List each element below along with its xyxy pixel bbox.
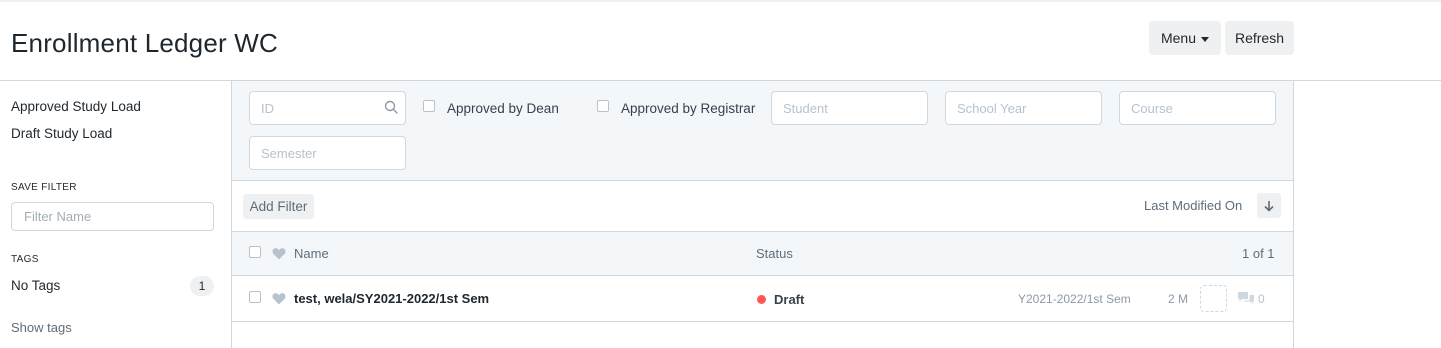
id-filter-input[interactable] <box>249 91 406 125</box>
name-column-header: Name <box>294 246 329 261</box>
row-school-year: Y2021-2022/1st Sem <box>1018 292 1131 306</box>
status-column-header: Status <box>756 246 793 261</box>
status-badge: Draft <box>774 292 805 307</box>
caret-down-icon <box>1201 36 1210 42</box>
sidebar-link-approved-study-load[interactable]: Approved Study Load <box>11 99 141 114</box>
refresh-button[interactable]: Refresh <box>1225 21 1294 55</box>
row-checkbox[interactable] <box>249 291 261 303</box>
approved-by-registrar-label: Approved by Registrar <box>621 101 756 116</box>
page-count: 1 of 1 <box>1242 246 1275 261</box>
tag-count-badge: 1 <box>190 276 214 296</box>
comment-icon <box>1238 292 1254 304</box>
heart-icon[interactable] <box>272 292 286 305</box>
approved-by-dean-checkbox[interactable] <box>423 100 435 112</box>
sort-descending-icon <box>1264 200 1274 212</box>
show-tags-link[interactable]: Show tags <box>11 320 72 335</box>
approved-by-dean-label: Approved by Dean <box>447 101 559 116</box>
row-divider <box>232 321 1293 322</box>
semester-filter-input[interactable] <box>249 136 406 170</box>
tags-heading: TAGS <box>11 254 39 265</box>
status-indicator-dot <box>757 295 766 304</box>
tag-no-tags[interactable]: No Tags <box>11 278 60 293</box>
menu-button[interactable]: Menu <box>1149 21 1221 55</box>
select-all-checkbox[interactable] <box>249 246 261 258</box>
student-filter-input[interactable] <box>771 91 928 125</box>
filter-name-input[interactable] <box>11 202 214 231</box>
menu-button-label: Menu <box>1160 30 1197 46</box>
add-filter-button[interactable]: Add Filter <box>243 194 314 219</box>
search-icon <box>384 100 398 114</box>
heart-icon[interactable] <box>272 247 286 260</box>
school-year-filter-input[interactable] <box>945 91 1102 125</box>
row-name-link[interactable]: test, wela/SY2021-2022/1st Sem <box>294 291 489 306</box>
assigned-avatar-placeholder <box>1200 285 1227 312</box>
course-filter-input[interactable] <box>1119 91 1276 125</box>
top-border <box>0 0 1441 2</box>
comment-count: 0 <box>1258 292 1265 306</box>
sort-order-button[interactable] <box>1257 193 1281 218</box>
save-filter-heading: SAVE FILTER <box>11 182 77 193</box>
sort-by-selector[interactable]: Last Modified On <box>1144 198 1242 213</box>
page-title: Enrollment Ledger WC <box>11 28 278 58</box>
row-modified-time: 2 M <box>1168 292 1189 306</box>
sidebar-link-draft-study-load[interactable]: Draft Study Load <box>11 126 112 141</box>
approved-by-registrar-checkbox[interactable] <box>597 100 609 112</box>
